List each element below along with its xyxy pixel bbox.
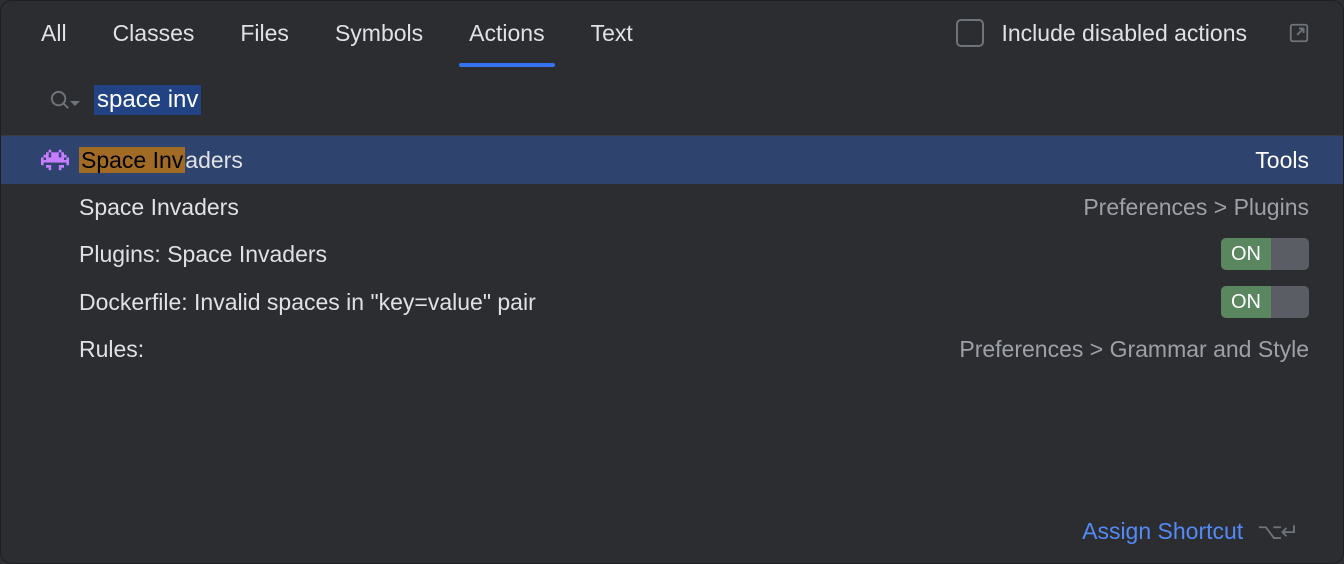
- result-label: Plugins: Space Invaders: [79, 241, 1221, 268]
- toggle-knob: [1271, 238, 1309, 270]
- tab-text[interactable]: Text: [591, 20, 633, 63]
- space-invader-icon: [39, 144, 71, 176]
- toggle-on-label: ON: [1221, 238, 1271, 270]
- search-query-text: space inv: [94, 85, 201, 115]
- footer: Assign Shortcut ⌥↵: [1, 506, 1343, 563]
- open-in-tool-window-icon[interactable]: [1285, 19, 1313, 47]
- tab-symbols[interactable]: Symbols: [335, 20, 423, 63]
- tab-classes[interactable]: Classes: [113, 20, 195, 63]
- toggle-knob: [1271, 286, 1309, 318]
- result-label: Space Invaders: [79, 194, 1083, 221]
- result-row[interactable]: Dockerfile: Invalid spaces in "key=value…: [1, 278, 1343, 326]
- result-label: Dockerfile: Invalid spaces in "key=value…: [79, 289, 1221, 316]
- result-row[interactable]: Rules: Preferences > Grammar and Style: [1, 326, 1343, 372]
- shortcut-hint-icon: ⌥↵: [1257, 519, 1297, 545]
- include-disabled-label: Include disabled actions: [1002, 20, 1248, 47]
- tabs-bar: All Classes Files Symbols Actions Text I…: [1, 1, 1343, 63]
- toggle-switch[interactable]: ON: [1221, 286, 1309, 318]
- toggle-on-label: ON: [1221, 286, 1271, 318]
- assign-shortcut-link[interactable]: Assign Shortcut: [1082, 518, 1243, 545]
- search-input[interactable]: space inv: [94, 85, 1303, 115]
- result-location: Tools: [1255, 147, 1309, 174]
- result-row[interactable]: Space Invaders Tools: [1, 136, 1343, 184]
- result-row[interactable]: Plugins: Space Invaders ON: [1, 230, 1343, 278]
- search-icon: [49, 89, 80, 112]
- include-disabled-checkbox[interactable]: [956, 19, 984, 47]
- tab-actions[interactable]: Actions: [469, 20, 544, 63]
- result-location: Preferences > Plugins: [1083, 194, 1309, 221]
- search-bar: space inv: [1, 63, 1343, 136]
- tab-all[interactable]: All: [41, 20, 67, 63]
- result-label: Rules:: [79, 336, 959, 363]
- result-location: Preferences > Grammar and Style: [959, 336, 1309, 363]
- result-row[interactable]: Space Invaders Preferences > Plugins: [1, 184, 1343, 230]
- toggle-switch[interactable]: ON: [1221, 238, 1309, 270]
- results-list: Space Invaders Tools Space Invaders Pref…: [1, 136, 1343, 506]
- result-label: Space Invaders: [79, 147, 1255, 174]
- tab-files[interactable]: Files: [240, 20, 289, 63]
